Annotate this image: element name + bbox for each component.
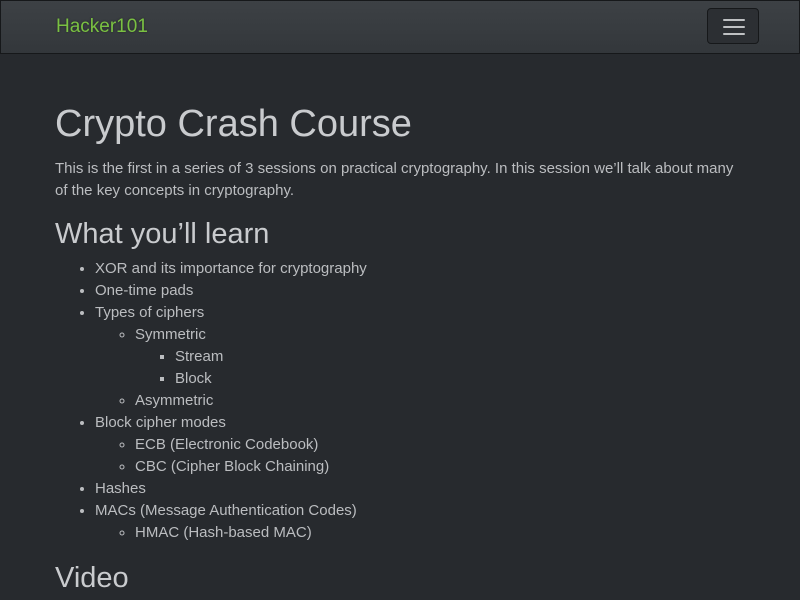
list-item-xor: XOR and its importance for cryptography bbox=[95, 258, 745, 280]
list-item-hmac: HMAC (Hash-based MAC) bbox=[135, 522, 745, 544]
symmetric-types-list: Stream Block bbox=[135, 346, 745, 390]
list-item-hashes: Hashes bbox=[95, 478, 745, 500]
list-item-label: Asymmetric bbox=[135, 392, 214, 409]
list-item-symmetric: Symmetric Stream Block bbox=[135, 324, 745, 390]
list-item-label: Types of ciphers bbox=[95, 304, 205, 321]
hamburger-menu-icon bbox=[723, 19, 745, 21]
list-item-label: Symmetric bbox=[135, 326, 206, 343]
main-content: Crypto Crash Course This is the first in… bbox=[55, 54, 745, 596]
list-item-label: Hashes bbox=[95, 480, 146, 497]
list-item-asymmetric: Asymmetric bbox=[135, 390, 745, 412]
list-item-label: MACs (Message Authentication Codes) bbox=[95, 502, 357, 519]
topics-list: XOR and its importance for cryptography … bbox=[55, 258, 745, 544]
list-item-modes: Block cipher modes ECB (Electronic Codeb… bbox=[95, 412, 745, 478]
list-item-label: Block cipher modes bbox=[95, 414, 226, 431]
list-item-types: Types of ciphers Symmetric Stream Block … bbox=[95, 302, 745, 412]
list-item-cbc: CBC (Cipher Block Chaining) bbox=[135, 456, 745, 478]
top-navbar: Hacker101 bbox=[0, 0, 800, 54]
list-item-label: XOR and its importance for cryptography bbox=[95, 260, 367, 277]
list-item-block: Block bbox=[175, 368, 745, 390]
list-item-label: Block bbox=[175, 370, 212, 387]
hamburger-menu-icon bbox=[723, 26, 745, 28]
intro-paragraph: This is the first in a series of 3 sessi… bbox=[55, 160, 734, 199]
list-item-otp: One-time pads bbox=[95, 280, 745, 302]
video-heading: Video bbox=[55, 562, 129, 594]
brand-link[interactable]: Hacker101 bbox=[56, 16, 148, 38]
list-item-label: Stream bbox=[175, 348, 224, 365]
hamburger-menu-icon bbox=[723, 33, 745, 35]
list-item-ecb: ECB (Electronic Codebook) bbox=[135, 434, 745, 456]
list-item-label: HMAC (Hash-based MAC) bbox=[135, 524, 312, 541]
list-item-stream: Stream bbox=[175, 346, 745, 368]
cipher-modes-list: ECB (Electronic Codebook) CBC (Cipher Bl… bbox=[95, 434, 745, 478]
cipher-types-list: Symmetric Stream Block Asymmetric bbox=[95, 324, 745, 412]
mac-types-list: HMAC (Hash-based MAC) bbox=[95, 522, 745, 544]
list-item-label: One-time pads bbox=[95, 282, 194, 299]
menu-toggle-button[interactable] bbox=[707, 8, 759, 44]
learn-heading: What you’ll learn bbox=[55, 218, 270, 250]
list-item-label: ECB (Electronic Codebook) bbox=[135, 436, 319, 453]
page-title: Crypto Crash Course bbox=[55, 103, 412, 145]
list-item-label: CBC (Cipher Block Chaining) bbox=[135, 458, 330, 475]
list-item-macs: MACs (Message Authentication Codes) HMAC… bbox=[95, 500, 745, 544]
